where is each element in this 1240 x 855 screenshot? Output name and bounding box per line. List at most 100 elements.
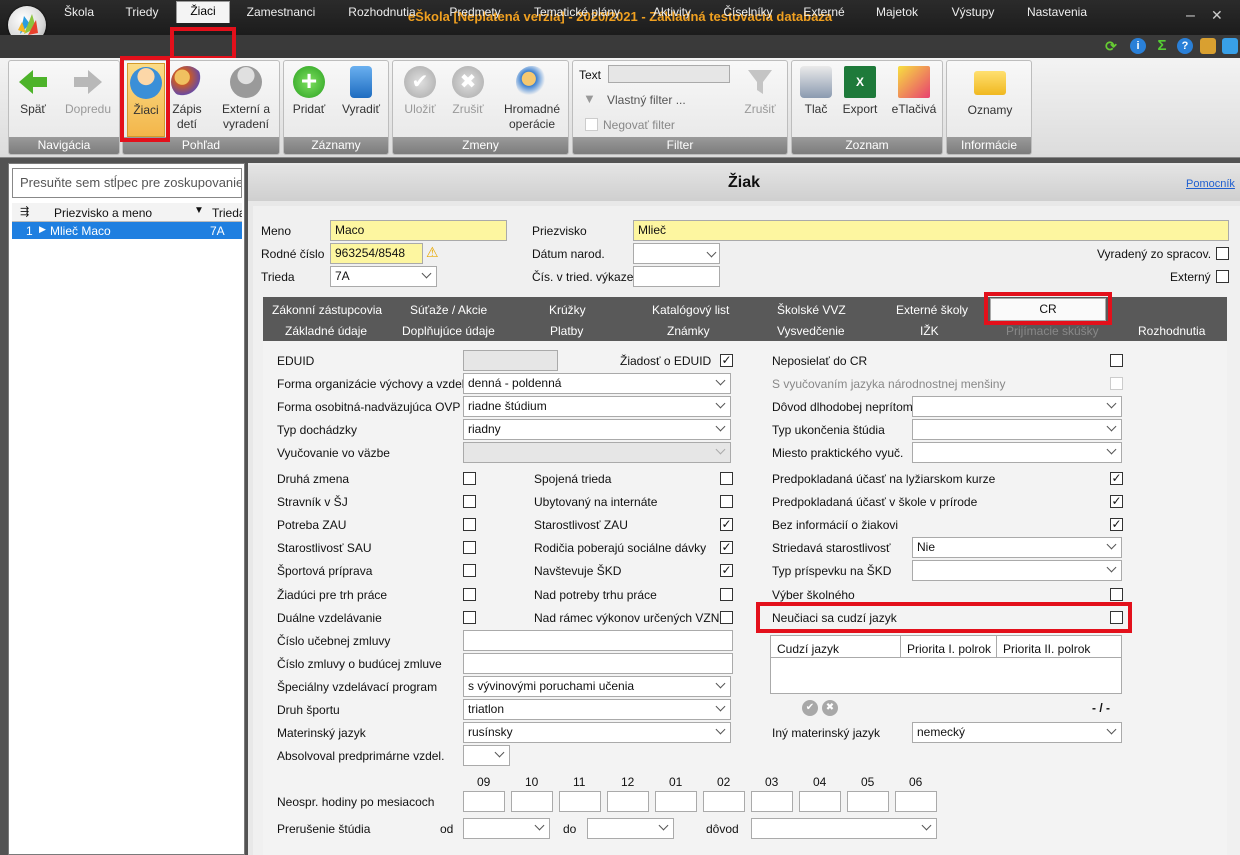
menu-zamestnanci[interactable]: Zamestnanci bbox=[240, 3, 322, 23]
hours-month-05[interactable] bbox=[847, 791, 889, 812]
class-select[interactable]: 7A bbox=[330, 266, 437, 287]
detention-teaching-select[interactable] bbox=[463, 442, 731, 463]
study-end-select[interactable] bbox=[912, 419, 1122, 440]
column-name-header[interactable]: Priezvisko a meno bbox=[54, 206, 152, 220]
future-contract-field[interactable] bbox=[463, 653, 733, 674]
zau-care-checkbox[interactable]: ✓ bbox=[720, 518, 733, 531]
sport-training-checkbox[interactable] bbox=[463, 564, 476, 577]
confirm-icon[interactable]: ✔ bbox=[802, 700, 818, 716]
help-link[interactable]: Pomocník bbox=[1186, 178, 1235, 190]
tab-payments[interactable]: Platby bbox=[550, 324, 583, 338]
hours-month-12[interactable] bbox=[607, 791, 649, 812]
menu-ziaci[interactable]: Žiaci bbox=[176, 1, 230, 23]
tuition-checkbox[interactable] bbox=[1110, 588, 1123, 601]
excluded-checkbox[interactable] bbox=[1216, 247, 1229, 260]
external-checkbox[interactable] bbox=[1216, 270, 1229, 283]
hours-month-03[interactable] bbox=[751, 791, 793, 812]
no-cr-send-checkbox[interactable] bbox=[1110, 354, 1123, 367]
second-shift-checkbox[interactable] bbox=[463, 472, 476, 485]
mother-tongue-select[interactable]: rusínsky bbox=[463, 722, 731, 743]
tab-external-schools[interactable]: Externé školy bbox=[896, 303, 968, 317]
tab-entrance-exams[interactable]: Prijímacie skúšky bbox=[1006, 324, 1099, 338]
hours-month-02[interactable] bbox=[703, 791, 745, 812]
tab-basic-data[interactable]: Základné údaje bbox=[285, 324, 367, 338]
zau-need-checkbox[interactable] bbox=[463, 518, 476, 531]
sau-care-checkbox[interactable] bbox=[463, 541, 476, 554]
dormitory-checkbox[interactable] bbox=[720, 495, 733, 508]
skd-contribution-select[interactable] bbox=[912, 560, 1122, 581]
add-button[interactable]: + Pridať bbox=[288, 63, 330, 117]
register-number-field[interactable] bbox=[633, 266, 720, 287]
social-benefits-checkbox[interactable]: ✓ bbox=[720, 541, 733, 554]
column-priority-sem1[interactable]: Priorita I. polrok bbox=[907, 642, 991, 656]
menu-aktivity[interactable]: Aktivity bbox=[643, 3, 701, 23]
alternating-care-select[interactable]: Nie bbox=[912, 537, 1122, 558]
menu-nastavenia[interactable]: Nastavenia bbox=[1020, 3, 1094, 23]
negate-filter-checkbox[interactable] bbox=[585, 118, 598, 131]
tab-report-card[interactable]: Vysvedčenie bbox=[777, 324, 845, 338]
filter-cancel-button[interactable]: Zrušiť bbox=[737, 63, 783, 116]
menu-triedy[interactable]: Triedy bbox=[116, 3, 168, 23]
column-class-header[interactable]: Trieda bbox=[212, 206, 242, 220]
cancel-icon[interactable]: ✖ bbox=[822, 700, 838, 716]
canteen-checkbox[interactable] bbox=[463, 495, 476, 508]
menu-externe[interactable]: Externé bbox=[795, 3, 853, 23]
tab-additional-data[interactable]: Doplňujúce údaje bbox=[402, 324, 495, 338]
over-vzn-checkbox[interactable] bbox=[720, 611, 733, 624]
education-form-select[interactable]: denná - poldenná bbox=[463, 373, 731, 394]
filter-text-input[interactable] bbox=[608, 65, 730, 83]
hours-month-11[interactable] bbox=[559, 791, 601, 812]
menu-vystupy[interactable]: Výstupy bbox=[942, 3, 1004, 23]
birth-number-field[interactable]: 963254/8548 bbox=[330, 243, 423, 264]
tab-izk[interactable]: IŽK bbox=[920, 324, 939, 338]
tab-grades[interactable]: Známky bbox=[667, 324, 710, 338]
attendance-type-select[interactable]: riadny bbox=[463, 419, 731, 440]
menu-tematicke-plany[interactable]: Tematické plány bbox=[526, 3, 628, 23]
hours-month-09[interactable] bbox=[463, 791, 505, 812]
cancel-changes-button[interactable]: ✖ Zrušiť bbox=[445, 63, 491, 116]
minimize-icon[interactable]: – bbox=[1186, 7, 1195, 25]
notices-button[interactable]: Oznamy bbox=[953, 63, 1027, 117]
printer-icon[interactable] bbox=[1200, 38, 1216, 54]
hours-month-10[interactable] bbox=[511, 791, 553, 812]
eprint-button[interactable]: eTlačivá bbox=[888, 63, 940, 116]
external-removed-button[interactable]: Externí a vyradení bbox=[215, 63, 277, 132]
long-absence-select[interactable] bbox=[912, 396, 1122, 417]
save-button[interactable]: ✔ Uložiť bbox=[397, 63, 443, 116]
remove-button[interactable]: Vyradiť bbox=[336, 63, 386, 116]
filter-column-icon[interactable]: ▼ bbox=[194, 205, 204, 216]
table-row[interactable]: 1 ▶ Mlieč Maco 7A bbox=[12, 222, 242, 239]
eduid-request-checkbox[interactable]: ✓ bbox=[720, 354, 733, 367]
group-by-area[interactable]: Presuňte sem stĺpec pre zoskupovanie bbox=[12, 168, 242, 198]
tab-catalogue-sheet[interactable]: Katalógový list bbox=[652, 303, 729, 317]
export-button[interactable]: X Export bbox=[838, 63, 882, 116]
merged-class-checkbox[interactable] bbox=[720, 472, 733, 485]
ski-course-checkbox[interactable]: ✓ bbox=[1110, 472, 1123, 485]
menu-skola[interactable]: Škola bbox=[56, 3, 102, 23]
column-foreign-language[interactable]: Cudzí jazyk bbox=[777, 642, 839, 656]
tab-decisions[interactable]: Rozhodnutia bbox=[1138, 324, 1205, 338]
tab-school-vvz[interactable]: Školské VVZ bbox=[777, 303, 846, 317]
info-icon[interactable]: i bbox=[1130, 38, 1146, 54]
dual-education-checkbox[interactable] bbox=[463, 611, 476, 624]
interruption-reason-select[interactable] bbox=[751, 818, 937, 839]
skd-checkbox[interactable]: ✓ bbox=[720, 564, 733, 577]
birth-date-picker[interactable] bbox=[633, 243, 720, 264]
menu-rozhodnutia[interactable]: Rozhodnutia bbox=[340, 3, 424, 23]
print-button[interactable]: Tlač bbox=[796, 63, 836, 116]
first-name-field[interactable]: Maco bbox=[330, 220, 507, 241]
bulk-operations-button[interactable]: Hromadné operácie bbox=[497, 63, 567, 132]
eduid-field[interactable] bbox=[463, 350, 558, 371]
column-priority-sem2[interactable]: Priorita II. polrok bbox=[1003, 642, 1090, 656]
sync-icon[interactable] bbox=[1222, 38, 1238, 54]
hours-month-01[interactable] bbox=[655, 791, 697, 812]
menu-ciselniky[interactable]: Číselníky bbox=[717, 3, 779, 23]
tab-competitions[interactable]: Súťaže / Akcie bbox=[410, 303, 487, 317]
sport-type-select[interactable]: triatlon bbox=[463, 699, 731, 720]
practical-place-select[interactable] bbox=[912, 442, 1122, 463]
over-market-checkbox[interactable] bbox=[720, 588, 733, 601]
no-info-checkbox[interactable]: ✓ bbox=[1110, 518, 1123, 531]
tab-guardians[interactable]: Zákonní zástupcovia bbox=[272, 303, 382, 317]
hours-month-06[interactable] bbox=[895, 791, 937, 812]
special-program-select[interactable]: s vývinovými poruchami učenia bbox=[463, 676, 731, 697]
